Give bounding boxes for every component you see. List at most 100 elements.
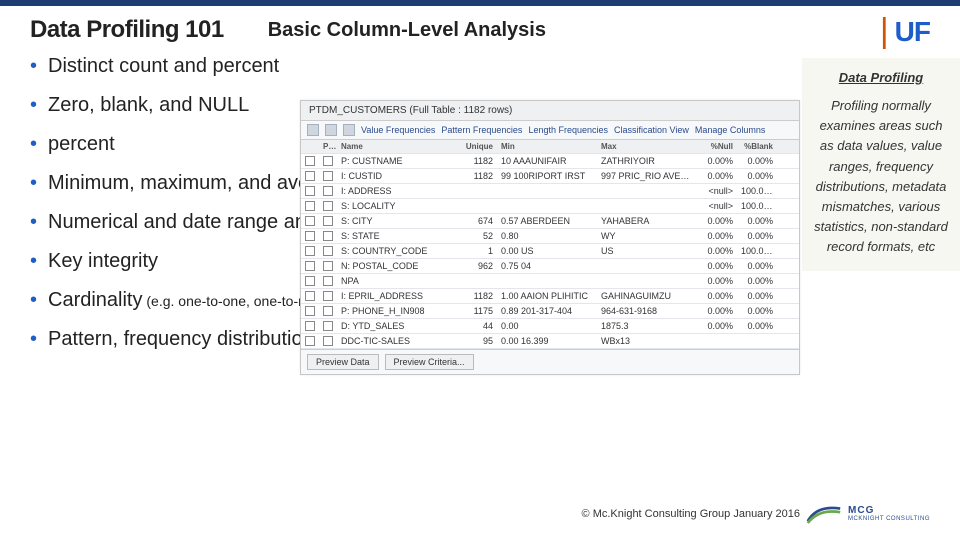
pk-checkbox-icon (323, 291, 333, 301)
cell-min: 10 AAAUNIFAIR (497, 154, 597, 168)
cell-unique (447, 189, 497, 193)
cell-max (597, 189, 697, 193)
col-header: PK (319, 140, 337, 153)
cell-max (597, 264, 697, 268)
cell-min: 0.89 201-317-404 (497, 304, 597, 318)
cell-max: WY (597, 229, 697, 243)
col-header: Max (597, 140, 697, 153)
slide-subtitle: Basic Column-Level Analysis (268, 19, 546, 42)
checkbox-icon (305, 231, 315, 241)
footer-button: Preview Data (307, 354, 379, 370)
cell-name: N: POSTAL_CODE (337, 259, 447, 273)
cell-blank: 0.00% (737, 229, 777, 243)
cell-name: I: CUSTID (337, 169, 447, 183)
pk-checkbox-icon (323, 201, 333, 211)
cell-unique: 1175 (447, 304, 497, 318)
slide-header: Data Profiling 101 Basic Column-Level An… (0, 6, 960, 50)
toolbar-item: Length Frequencies (528, 125, 608, 135)
checkbox-icon (305, 321, 315, 331)
cell-max (597, 204, 697, 208)
pk-checkbox-icon (323, 306, 333, 316)
slide-title: Data Profiling 101 (30, 16, 224, 44)
col-header: Min (497, 140, 597, 153)
cell-unique: 44 (447, 319, 497, 333)
cell-null: 0.00% (697, 154, 737, 168)
col-header: Unique (447, 140, 497, 153)
cell-name: DDC-TIC-SALES (337, 334, 447, 348)
table-row: I: CUSTID118299 100RIPORT IRST997 PRIC_R… (301, 169, 799, 184)
cell-null: 0.00% (697, 169, 737, 183)
pk-checkbox-icon (323, 186, 333, 196)
cell-max: 1875.3 (597, 319, 697, 333)
cell-null: 0.00% (697, 244, 737, 258)
cell-max: WBx13 (597, 334, 697, 348)
cell-unique: 1182 (447, 169, 497, 183)
cell-blank: 100.00% (737, 184, 777, 198)
cell-blank: 0.00% (737, 259, 777, 273)
table-row: DDC-TIC-SALES950.00 16.399WBx13 (301, 334, 799, 349)
cell-name: I: EPRIL_ADDRESS (337, 289, 447, 303)
cell-max: 964-631-9168 (597, 304, 697, 318)
screenshot-title: PTDM_CUSTOMERS (Full Table : 1182 rows) (301, 101, 799, 121)
toolbar-item: Manage Columns (695, 125, 766, 135)
bullet-item: Distinct count and percent (30, 54, 930, 79)
toolbar-item: Classification View (614, 125, 689, 135)
cell-min: 0.80 (497, 229, 597, 243)
checkbox-icon (305, 336, 315, 346)
cell-min: 0.00 US (497, 244, 597, 258)
cell-blank: 0.00% (737, 214, 777, 228)
cell-blank: 0.00% (737, 289, 777, 303)
table-row: S: CITY6740.57 ABERDEENYAHABERA0.00%0.00… (301, 214, 799, 229)
toolbar-icon (325, 124, 337, 136)
bullet-text: percent (48, 133, 115, 155)
checkbox-icon (305, 156, 315, 166)
cell-null: 0.00% (697, 274, 737, 288)
mcg-logo-text-block: MCG MCKNIGHT CONSULTING (848, 506, 930, 522)
bullet-text: Key integrity (48, 250, 158, 272)
pk-checkbox-icon (323, 156, 333, 166)
cell-name: S: STATE (337, 229, 447, 243)
footer-button: Preview Criteria... (385, 354, 474, 370)
cell-min: 0.00 (497, 319, 597, 333)
cell-name: NPA (337, 274, 447, 288)
pk-checkbox-icon (323, 231, 333, 241)
cell-min: 99 100RIPORT IRST (497, 169, 597, 183)
cell-blank: 100.00% (737, 244, 777, 258)
screenshot-table-header: PK Name Unique Min Max %Null %Blank (301, 140, 799, 154)
table-row: D: YTD_SALES440.001875.30.00%0.00% (301, 319, 799, 334)
cell-blank: 0.00% (737, 169, 777, 183)
cell-unique: 95 (447, 334, 497, 348)
bullet-text: Distinct count and percent (48, 55, 279, 77)
pk-checkbox-icon (323, 261, 333, 271)
cell-max (597, 279, 697, 283)
cell-unique: 1 (447, 244, 497, 258)
checkbox-icon (305, 261, 315, 271)
checkbox-icon (305, 186, 315, 196)
cell-min: 0.57 ABERDEEN (497, 214, 597, 228)
cell-unique: 1182 (447, 154, 497, 168)
cell-name: D: YTD_SALES (337, 319, 447, 333)
profiling-screenshot: PTDM_CUSTOMERS (Full Table : 1182 rows) … (300, 100, 800, 375)
cell-min (497, 204, 597, 208)
sidebar-callout: Data Profiling Profiling normally examin… (802, 58, 960, 271)
cell-min: 1.00 AAION PLIHITIC (497, 289, 597, 303)
table-row: P: CUSTNAME118210 AAAUNIFAIRZATHRIYOIR0.… (301, 154, 799, 169)
cell-null (697, 339, 737, 343)
checkbox-icon (305, 276, 315, 286)
cell-null: 0.00% (697, 289, 737, 303)
cell-min (497, 279, 597, 283)
cell-blank: 0.00% (737, 154, 777, 168)
cell-name: S: COUNTRY_CODE (337, 244, 447, 258)
screenshot-footer: Preview Data Preview Criteria... (301, 349, 799, 374)
pk-checkbox-icon (323, 246, 333, 256)
mcg-logo-subtext: MCKNIGHT CONSULTING (848, 516, 930, 522)
checkbox-icon (305, 216, 315, 226)
table-row: I: ADDRESS<null>100.00% (301, 184, 799, 199)
cell-unique: 1182 (447, 289, 497, 303)
table-row: I: EPRIL_ADDRESS11821.00 AAION PLIHITICG… (301, 289, 799, 304)
mcg-logo-text: MCG (848, 506, 930, 516)
cell-null: <null> (697, 184, 737, 198)
table-row: S: LOCALITY<null>100.00% (301, 199, 799, 214)
table-row: NPA0.00%0.00% (301, 274, 799, 289)
sidebar-heading: Data Profiling (812, 68, 950, 88)
